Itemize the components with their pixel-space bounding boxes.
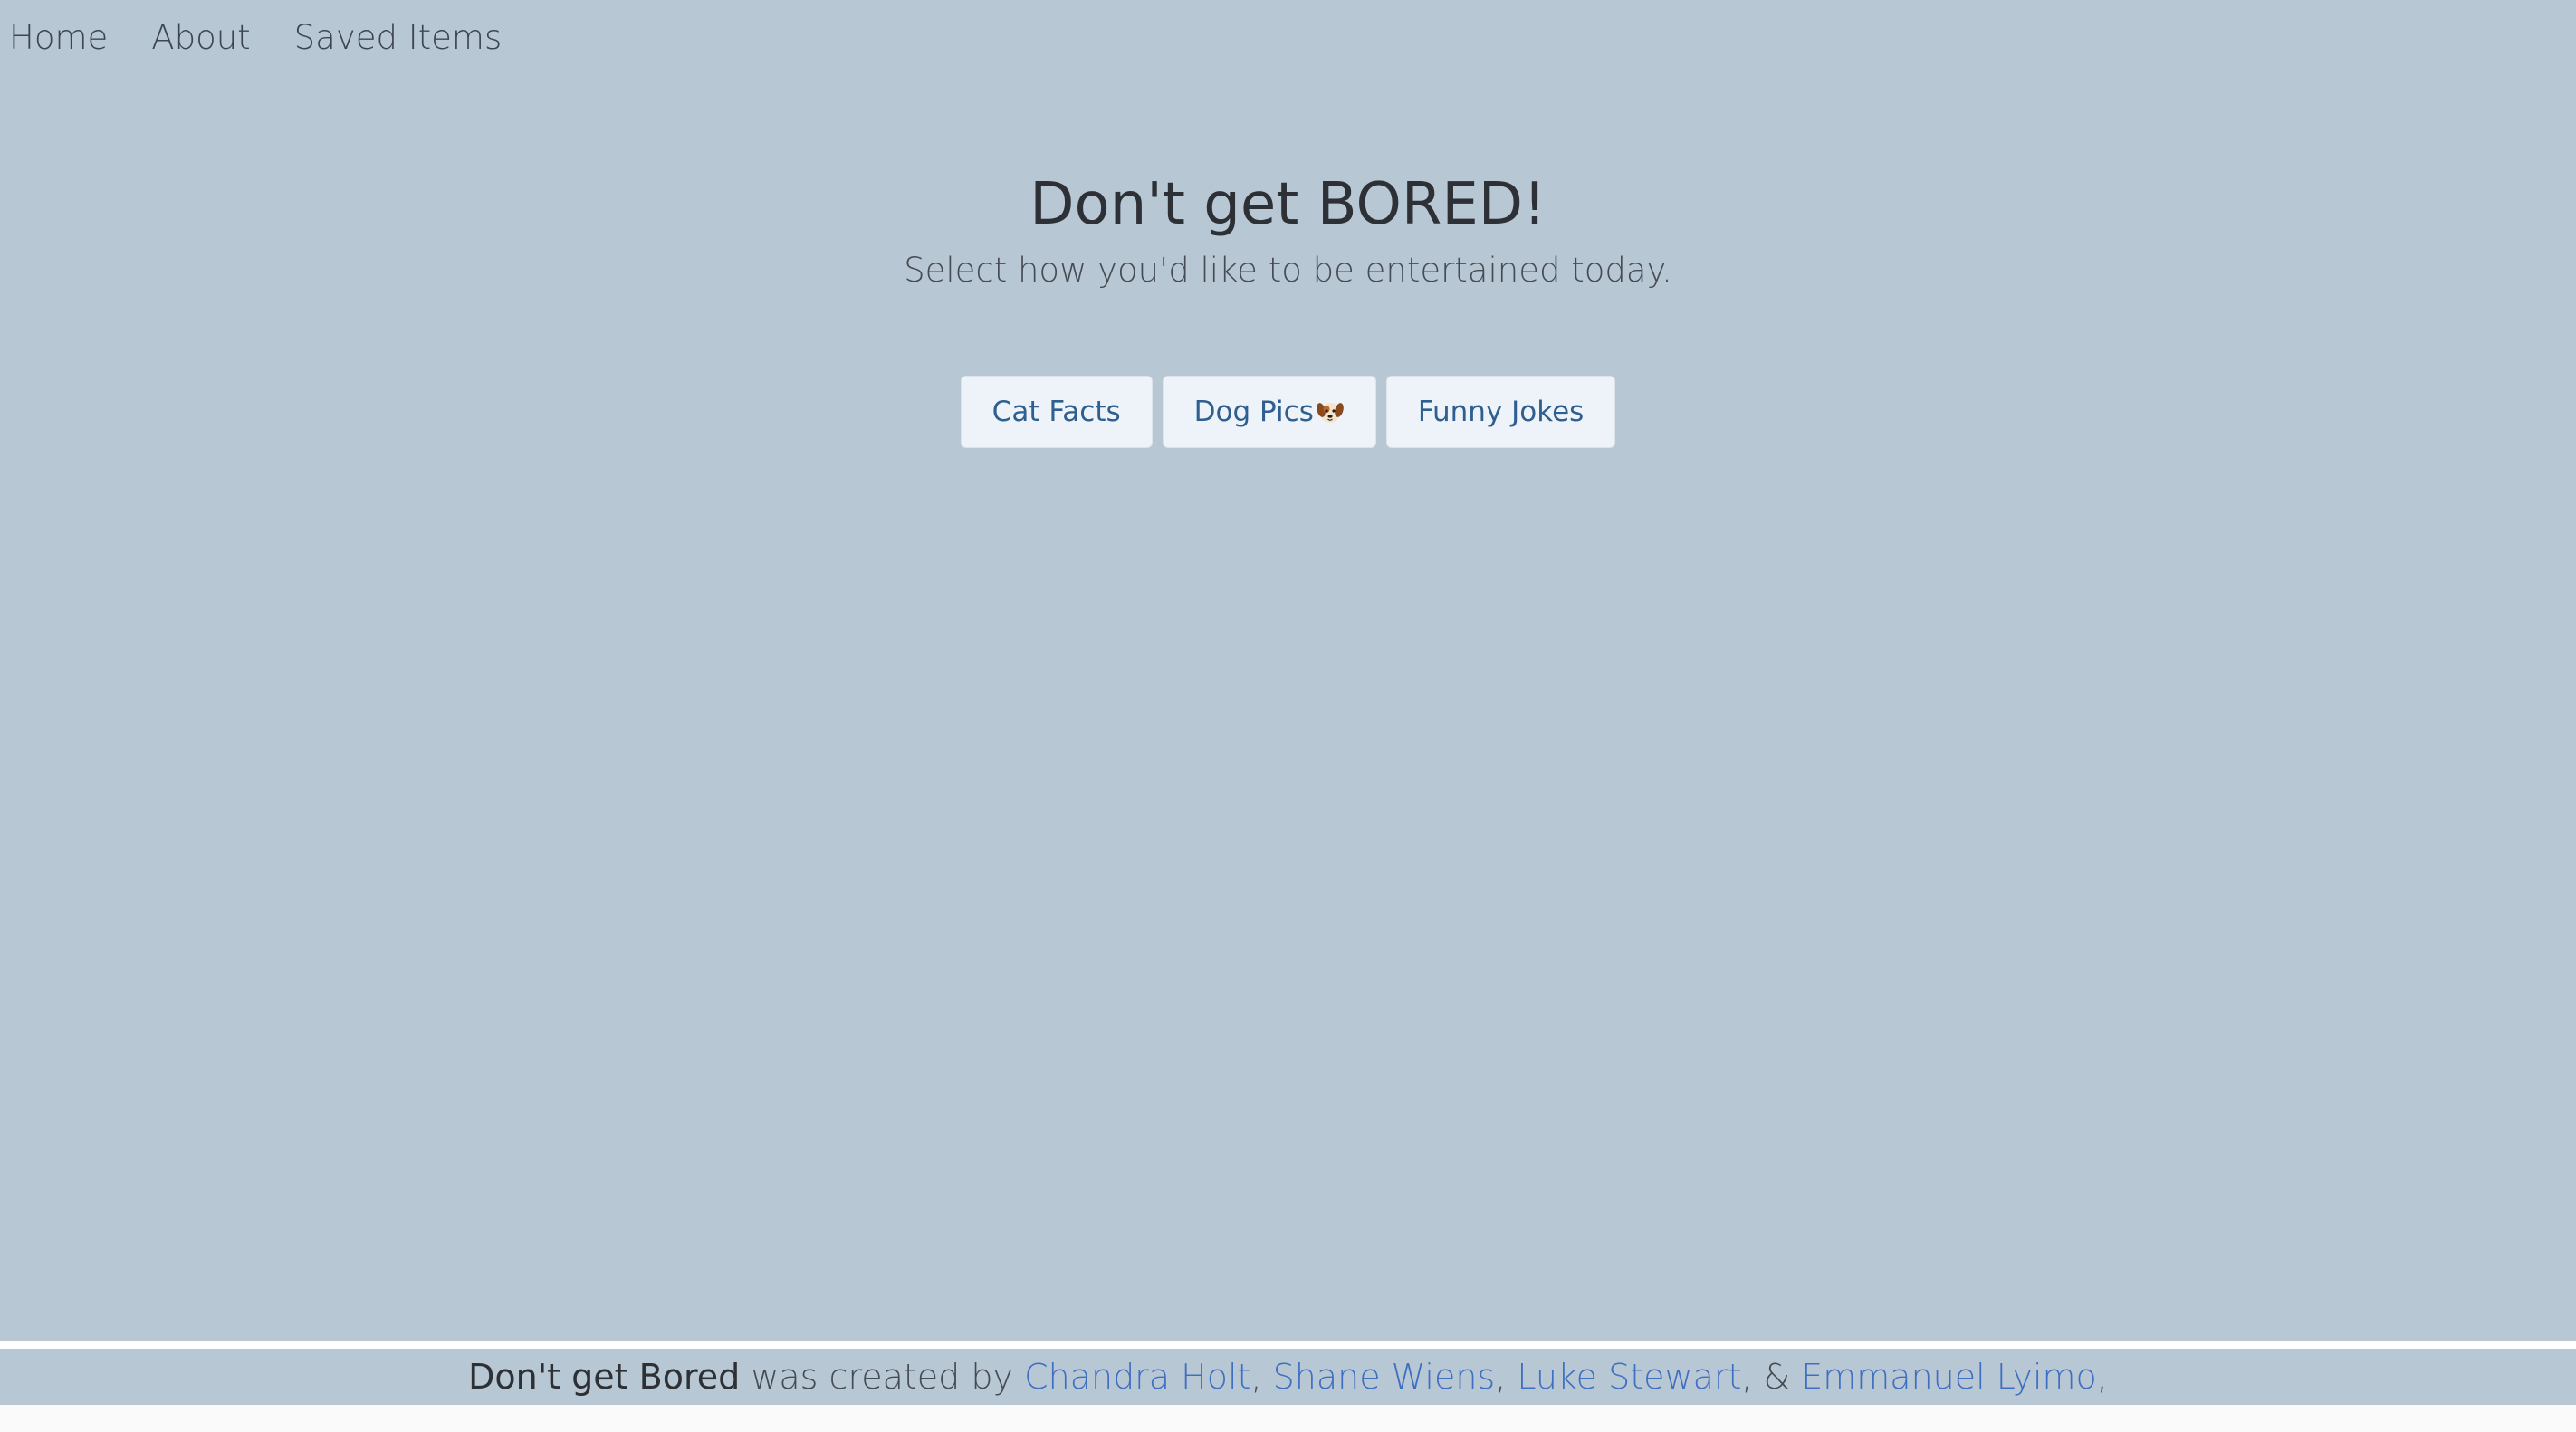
- footer-separator-amp: , &: [1741, 1357, 1802, 1397]
- footer-trailing-comma: ,: [2096, 1357, 2108, 1397]
- footer-brand: Don't get Bored: [468, 1357, 741, 1397]
- author-link-luke-stewart[interactable]: Luke Stewart: [1517, 1357, 1741, 1397]
- nav-about-link[interactable]: About: [151, 14, 250, 62]
- funny-jokes-button[interactable]: Funny Jokes: [1385, 376, 1616, 448]
- footer-created-text: was created by: [740, 1357, 1025, 1397]
- nav-saved-items-link[interactable]: Saved Items: [294, 14, 503, 62]
- nav-home-link[interactable]: Home: [9, 14, 108, 62]
- footer-separator: ,: [1495, 1357, 1518, 1397]
- dog-pics-button[interactable]: Dog Pics: [1162, 376, 1376, 448]
- entertainment-choices: Cat Facts Dog Pics Funny Jokes: [0, 376, 2576, 448]
- page-title: Don't get BORED!: [1029, 171, 1547, 238]
- author-link-chandra-holt[interactable]: Chandra Holt: [1024, 1357, 1250, 1397]
- footer-separator: ,: [1250, 1357, 1273, 1397]
- cat-facts-label: Cat Facts: [991, 396, 1121, 428]
- funny-jokes-label: Funny Jokes: [1417, 396, 1585, 428]
- hero: Don't get BORED! Select how you'd like t…: [0, 163, 2576, 293]
- cat-facts-button[interactable]: Cat Facts: [960, 376, 1153, 448]
- top-nav: Home About Saved Items: [9, 14, 545, 62]
- main-area: Home About Saved Items Don't get BORED! …: [0, 0, 2576, 1341]
- author-link-shane-wiens[interactable]: Shane Wiens: [1273, 1357, 1496, 1397]
- dog-pics-label: Dog Pics: [1193, 396, 1314, 428]
- author-link-emmanuel-lyimo[interactable]: Emmanuel Lyimo: [1801, 1357, 2097, 1397]
- page: Home About Saved Items Don't get BORED! …: [0, 0, 2576, 1432]
- dog-face-icon: [1317, 403, 1344, 423]
- footer-divider: [0, 1341, 2576, 1349]
- page-subtitle: Select how you'd like to be entertained …: [904, 251, 1672, 290]
- footer: Don't get Bored was created by Chandra H…: [0, 1349, 2576, 1405]
